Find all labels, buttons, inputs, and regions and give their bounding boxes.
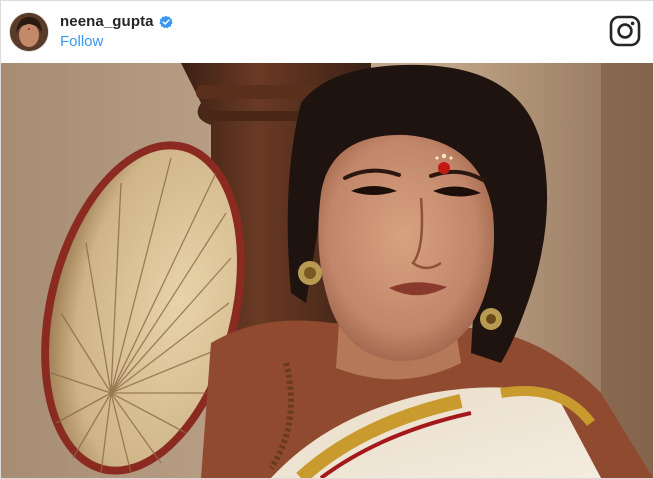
avatar[interactable] [9,12,49,52]
post-photo[interactable] [1,63,653,478]
post-header: neena_gupta Follow [1,1,653,63]
verified-badge-icon [159,15,173,29]
follow-button[interactable]: Follow [60,33,103,50]
username[interactable]: neena_gupta [60,13,154,30]
username-row: neena_gupta [60,13,173,30]
instagram-icon[interactable] [609,15,641,47]
instagram-embed: neena_gupta Follow [0,0,654,479]
